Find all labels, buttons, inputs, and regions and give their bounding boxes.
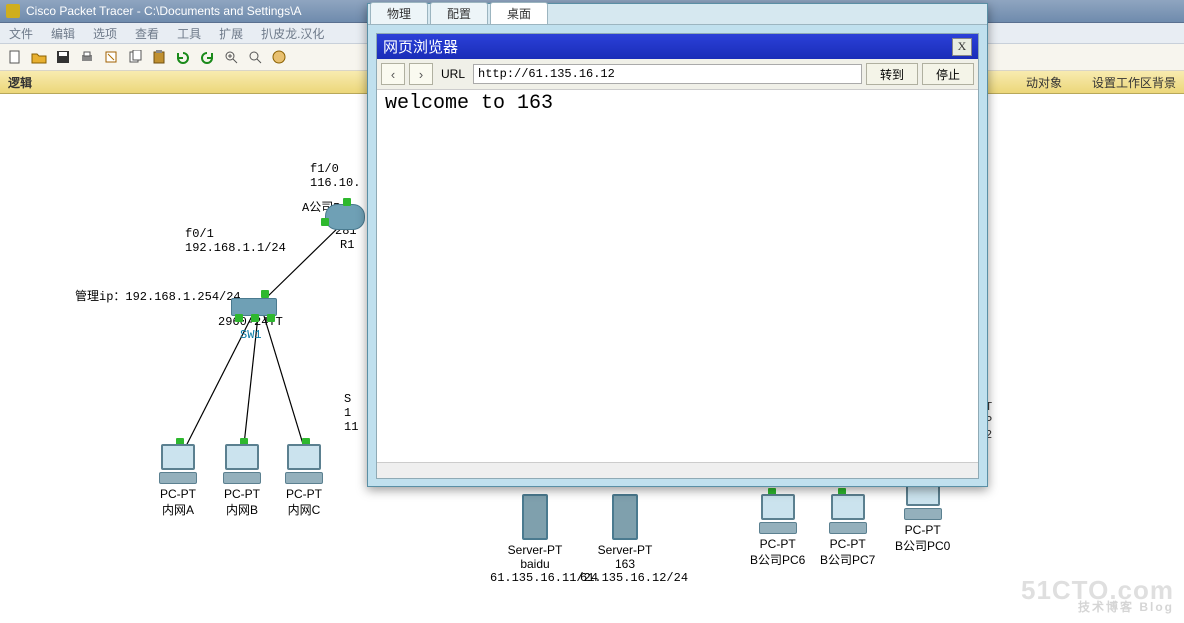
zoom-out-icon[interactable] (244, 46, 266, 68)
menu-tools[interactable]: 工具 (168, 23, 210, 43)
print-icon[interactable] (76, 46, 98, 68)
tab-desktop[interactable]: 桌面 (490, 2, 548, 24)
pc-name-label: 内网A (158, 501, 198, 518)
pc-name-label: B公司PC6 (750, 551, 805, 568)
browser-address-bar: ‹ › URL 转到 停止 (377, 59, 978, 90)
logic-label[interactable]: 逻辑 (8, 74, 32, 91)
router-device[interactable] (325, 204, 365, 230)
pc-internal-c[interactable]: PC-PT 内网C (284, 444, 324, 518)
fragment-label: S 1 11 (344, 392, 358, 434)
tab-config[interactable]: 配置 (430, 2, 488, 24)
paste-icon[interactable] (148, 46, 170, 68)
redo-icon[interactable] (196, 46, 218, 68)
undo-icon[interactable] (172, 46, 194, 68)
desktop-tabs: 物理 配置 桌面 (368, 4, 987, 25)
pc-internal-a[interactable]: PC-PT 内网A (158, 444, 198, 518)
set-background-button[interactable]: 设置工作区背景 (1092, 74, 1176, 91)
back-button[interactable]: ‹ (381, 63, 405, 85)
router-name-label: R1 (340, 238, 354, 252)
save-icon[interactable] (52, 46, 74, 68)
forward-button[interactable]: › (409, 63, 433, 85)
browser-title-text: 网页浏览器 (383, 36, 458, 57)
app-icon (6, 4, 20, 18)
pc-type-label: PC-PT (222, 487, 262, 501)
go-button[interactable]: 转到 (866, 63, 918, 85)
menu-options[interactable]: 选项 (84, 23, 126, 43)
pc-b7[interactable]: PC-PT B公司PC7 (820, 494, 875, 568)
server-type-label: Server-PT (490, 543, 580, 557)
server-ip-label: 61.135.16.12/24 (580, 571, 670, 585)
pc-desktop-window[interactable]: 物理 配置 桌面 网页浏览器 X ‹ › URL 转到 停止 welcome t… (367, 3, 988, 487)
server-163[interactable]: Server-PT 163 61.135.16.12/24 (580, 494, 670, 585)
browser-page-content: welcome to 163 (377, 90, 978, 462)
server-name-label: baidu (490, 557, 580, 571)
pc-name-label: 内网B (222, 501, 262, 518)
horizontal-scrollbar[interactable] (377, 462, 978, 478)
pc-internal-b[interactable]: PC-PT 内网B (222, 444, 262, 518)
pc-b6[interactable]: PC-PT B公司PC6 (750, 494, 805, 568)
pc-b0[interactable]: PC-PT B公司PC0 (895, 480, 950, 554)
tab-physical[interactable]: 物理 (370, 2, 428, 24)
watermark: 51CTO.com 技术博客 Blog (1021, 579, 1174, 613)
server-name-label: 163 (580, 557, 670, 571)
menu-extensions[interactable]: 扩展 (210, 23, 252, 43)
menu-edit[interactable]: 编辑 (42, 23, 84, 43)
interface-label-f01: f0/1 192.168.1.1/24 (185, 227, 286, 255)
switch-device[interactable] (231, 292, 277, 310)
app-title: Cisco Packet Tracer - C:\Documents and S… (26, 4, 301, 18)
mgmt-ip-label: 管理ip：192.168.1.254/24 (75, 287, 241, 304)
close-button[interactable]: X (952, 38, 972, 56)
browser-app: 网页浏览器 X ‹ › URL 转到 停止 welcome to 163 (376, 33, 979, 479)
pc-type-label: PC-PT (284, 487, 324, 501)
pc-type-label: PC-PT (895, 523, 950, 537)
url-label: URL (437, 67, 469, 81)
move-object-button[interactable]: 动对象 (1026, 74, 1062, 91)
wizard-icon[interactable] (100, 46, 122, 68)
server-baidu[interactable]: Server-PT baidu 61.135.16.11/24 (490, 494, 580, 585)
pc-type-label: PC-PT (158, 487, 198, 501)
pc-name-label: 内网C (284, 501, 324, 518)
interface-label-f10: f1/0 116.10. (310, 162, 360, 190)
pc-name-label: B公司PC7 (820, 551, 875, 568)
new-icon[interactable] (4, 46, 26, 68)
server-ip-label: 61.135.16.11/24 (490, 571, 580, 585)
pc-type-label: PC-PT (750, 537, 805, 551)
pc-type-label: PC-PT (820, 537, 875, 551)
copy-icon[interactable] (124, 46, 146, 68)
pc-name-label: B公司PC0 (895, 537, 950, 554)
menu-localize[interactable]: 扒皮龙.汉化 (252, 23, 333, 43)
cutoff-label: T P 2 (985, 400, 1014, 442)
server-type-label: Server-PT (580, 543, 670, 557)
zoom-in-icon[interactable] (220, 46, 242, 68)
switch-name-label: SW1 (240, 328, 262, 342)
menu-file[interactable]: 文件 (0, 23, 42, 43)
browser-title-bar: 网页浏览器 X (377, 34, 978, 59)
stop-button[interactable]: 停止 (922, 63, 974, 85)
packet-tracer-window: Cisco Packet Tracer - C:\Documents and S… (0, 0, 1184, 623)
menu-view[interactable]: 查看 (126, 23, 168, 43)
url-input[interactable] (473, 64, 862, 84)
open-icon[interactable] (28, 46, 50, 68)
palette-icon[interactable] (268, 46, 290, 68)
